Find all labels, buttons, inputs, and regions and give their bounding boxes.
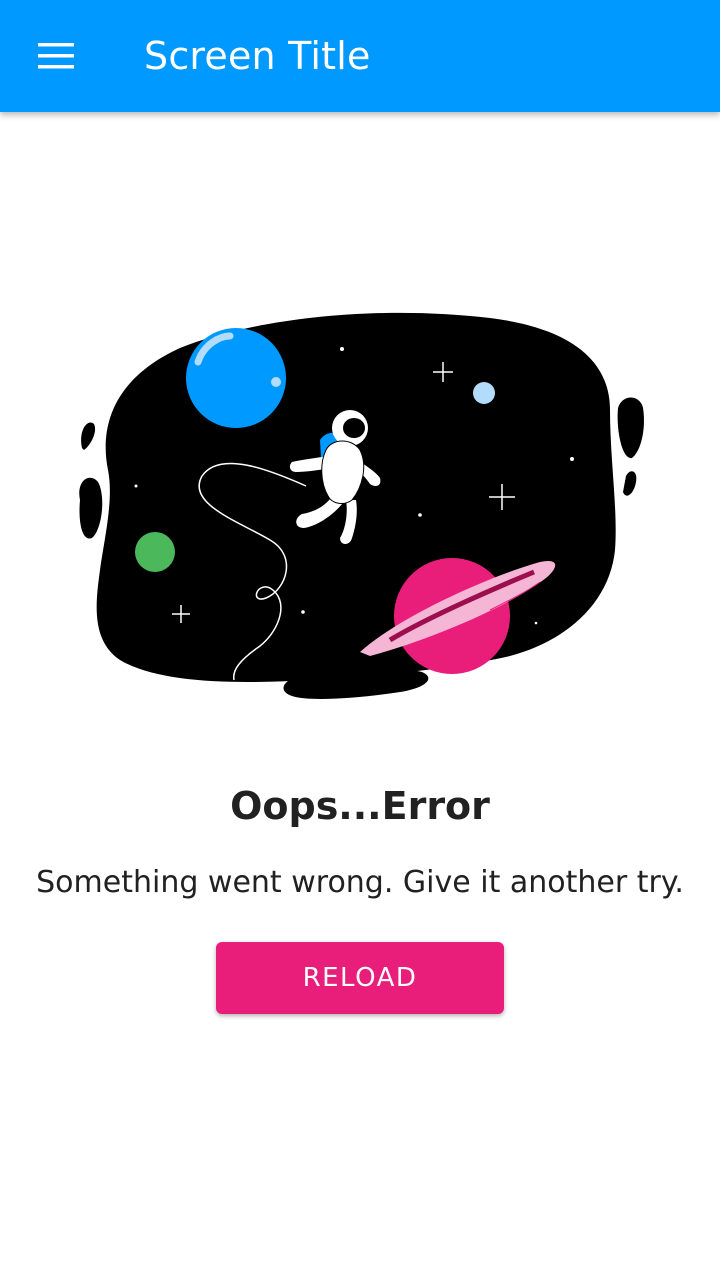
app-bar: Screen Title: [0, 0, 720, 112]
menu-button[interactable]: [28, 32, 84, 80]
astronaut-in-space-illustration: [79, 312, 644, 699]
reload-button[interactable]: RELOAD: [216, 942, 504, 1014]
error-title: Oops...Error: [230, 784, 490, 828]
hamburger-menu-icon: [38, 43, 74, 69]
screen-title: Screen Title: [144, 34, 371, 78]
error-message: Something went wrong. Give it another tr…: [36, 865, 684, 900]
